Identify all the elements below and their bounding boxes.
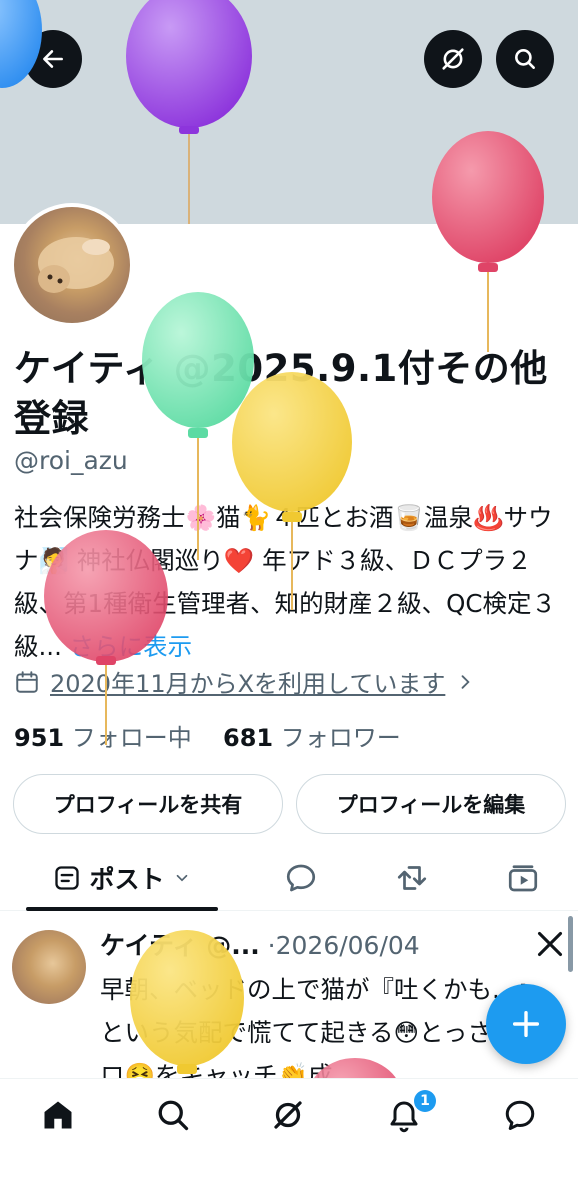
profile-handle: @roi_azu [14,446,128,475]
scrollbar[interactable] [568,916,573,972]
bottom-navigation [0,1078,578,1201]
profile-bio: 社会保険労務士🌸猫🐈４匹とお酒🥃温泉♨️サウナ🧖 神社仏閣巡り❤️ 年アド３級、… [14,496,566,668]
show-more-link[interactable]: さらに表示 [70,632,193,661]
arrow-left-icon [43,50,63,68]
post-separator: · [267,931,276,960]
tab-posts-label: ポスト [89,865,165,894]
joined-text: 2020年11月からXを利用しています [50,670,446,698]
post-date[interactable]: 2026/06/04 [276,931,420,960]
avatar-cat-photo [14,207,130,323]
calendar-icon [16,670,38,693]
edit-profile-button[interactable]: プロフィールを編集 [296,774,566,834]
x-logo-icon [537,931,563,957]
media-icon[interactable] [505,860,541,896]
profile-name: ケイティ @2025.9.1付その他登録 [14,347,548,440]
back-button[interactable] [24,30,82,88]
timeline-post[interactable]: ケイティ @... ·2026/06/04 早朝、ベッドの上で猫が『吐くかも..… [0,912,578,1082]
compose-post-button[interactable] [486,984,566,1064]
post-avatar[interactable] [12,930,86,1004]
joined-date[interactable]: 2020年11月からXを利用しています [14,664,475,699]
notification-badge: 1 [414,1090,436,1112]
grok-icon[interactable] [270,1097,306,1133]
following-label: フォロー中 [71,724,192,752]
profile-tabs: ポスト [0,846,578,911]
profile-avatar[interactable] [10,203,134,327]
search-icon[interactable] [155,1097,191,1133]
post-author[interactable]: ケイティ @... [100,931,260,960]
home-icon[interactable] [40,1097,76,1133]
tab-posts[interactable]: ポスト [26,846,218,910]
grok-icon [442,48,464,70]
share-profile-button[interactable]: プロフィールを共有 [13,774,283,834]
followers-label: フォロワー [280,724,401,752]
followers-link[interactable]: 681 フォロワー [223,724,401,752]
search-icon [515,49,535,69]
followers-count: 681 [223,724,274,752]
chevron-right-icon [461,674,470,689]
active-tab-indicator [26,907,218,911]
profile-banner[interactable] [0,0,578,224]
repost-icon[interactable] [394,860,430,896]
search-button[interactable] [496,30,554,88]
post-list-icon [55,866,80,890]
following-link[interactable]: 951 フォロー中 [14,724,192,752]
speech-bubble-icon[interactable] [283,860,319,896]
plus-icon [512,1010,540,1038]
chevron-down-icon [176,874,187,882]
grok-button[interactable] [424,30,482,88]
post-header: ケイティ @... ·2026/06/04 [100,926,420,962]
following-count: 951 [14,724,65,752]
follow-stats: 951 フォロー中 681 フォロワー [14,718,401,753]
chat-icon[interactable] [502,1097,538,1133]
